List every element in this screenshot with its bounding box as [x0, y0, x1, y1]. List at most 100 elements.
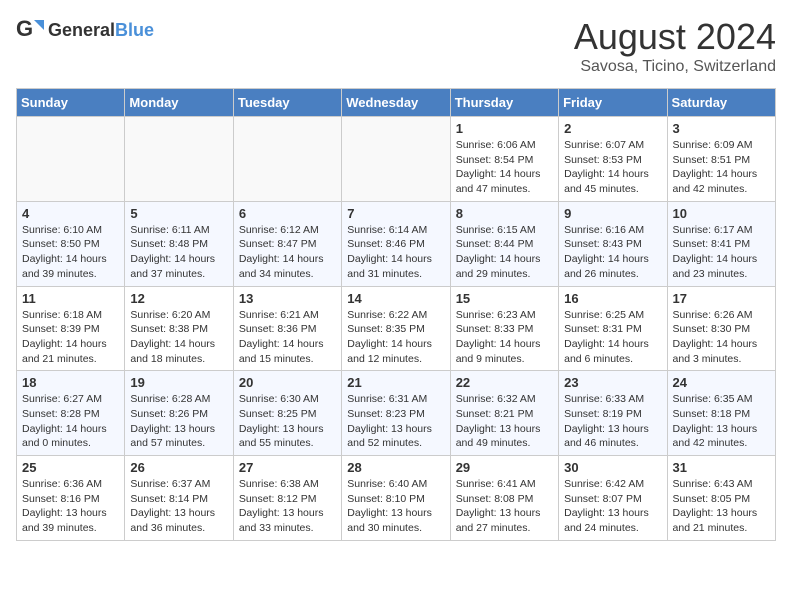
day-number: 27: [239, 460, 336, 475]
day-number: 22: [456, 375, 553, 390]
calendar-cell: 30 Sunrise: 6:42 AMSunset: 8:07 PMDayligh…: [559, 456, 667, 541]
calendar-week-row: 18 Sunrise: 6:27 AMSunset: 8:28 PMDayligh…: [17, 371, 776, 456]
day-number: 20: [239, 375, 336, 390]
day-info: Sunrise: 6:43 AMSunset: 8:05 PMDaylight:…: [673, 477, 770, 536]
day-info: Sunrise: 6:12 AMSunset: 8:47 PMDaylight:…: [239, 223, 336, 282]
calendar-cell: 4 Sunrise: 6:10 AMSunset: 8:50 PMDaylight…: [17, 201, 125, 286]
day-info: Sunrise: 6:10 AMSunset: 8:50 PMDaylight:…: [22, 223, 119, 282]
day-info: Sunrise: 6:42 AMSunset: 8:07 PMDaylight:…: [564, 477, 661, 536]
calendar-cell: 1Sunrise: 6:06 AMSunset: 8:54 PMDaylight…: [450, 117, 558, 202]
calendar-cell: 20Sunrise: 6:30 AMSunset: 8:25 PMDayligh…: [233, 371, 341, 456]
day-info: Sunrise: 6:36 AMSunset: 8:16 PMDaylight:…: [22, 477, 119, 536]
calendar-week-row: 11 Sunrise: 6:18 AMSunset: 8:39 PMDayligh…: [17, 286, 776, 371]
logo-icon: G: [16, 16, 44, 44]
calendar-week-row: 25 Sunrise: 6:36 AMSunset: 8:16 PMDayligh…: [17, 456, 776, 541]
day-of-week-header: Sunday: [17, 89, 125, 117]
calendar-cell: 2 Sunrise: 6:07 AMSunset: 8:53 PMDaylight…: [559, 117, 667, 202]
day-info: Sunrise: 6:16 AMSunset: 8:43 PMDaylight:…: [564, 223, 661, 282]
day-info: Sunrise: 6:09 AMSunset: 8:51 PMDaylight:…: [673, 138, 770, 197]
calendar-cell: 17 Sunrise: 6:26 AMSunset: 8:30 PMDayligh…: [667, 286, 775, 371]
day-info: Sunrise: 6:17 AMSunset: 8:41 PMDaylight:…: [673, 223, 770, 282]
calendar-cell: 11 Sunrise: 6:18 AMSunset: 8:39 PMDayligh…: [17, 286, 125, 371]
day-number: 29: [456, 460, 553, 475]
day-info: Sunrise: 6:26 AMSunset: 8:30 PMDaylight:…: [673, 308, 770, 367]
calendar-cell: 6 Sunrise: 6:12 AMSunset: 8:47 PMDaylight…: [233, 201, 341, 286]
calendar-cell: 8 Sunrise: 6:15 AMSunset: 8:44 PMDaylight…: [450, 201, 558, 286]
calendar-cell: 27 Sunrise: 6:38 AMSunset: 8:12 PMDayligh…: [233, 456, 341, 541]
day-info: Sunrise: 6:37 AMSunset: 8:14 PMDaylight:…: [130, 477, 227, 536]
calendar-cell: [233, 117, 341, 202]
day-number: 9: [564, 206, 661, 221]
day-info: Sunrise: 6:07 AMSunset: 8:53 PMDaylight:…: [564, 138, 661, 197]
day-info: Sunrise: 6:25 AMSunset: 8:31 PMDaylight:…: [564, 308, 661, 367]
day-of-week-header: Saturday: [667, 89, 775, 117]
day-info: Sunrise: 6:38 AMSunset: 8:12 PMDaylight:…: [239, 477, 336, 536]
day-info: Sunrise: 6:11 AMSunset: 8:48 PMDaylight:…: [130, 223, 227, 282]
day-number: 8: [456, 206, 553, 221]
calendar-cell: 14Sunrise: 6:22 AMSunset: 8:35 PMDayligh…: [342, 286, 450, 371]
calendar-cell: 31Sunrise: 6:43 AMSunset: 8:05 PMDayligh…: [667, 456, 775, 541]
logo-text-blue: Blue: [115, 20, 154, 40]
day-number: 7: [347, 206, 444, 221]
calendar-cell: [125, 117, 233, 202]
calendar-cell: 15 Sunrise: 6:23 AMSunset: 8:33 PMDayligh…: [450, 286, 558, 371]
calendar-cell: 9 Sunrise: 6:16 AMSunset: 8:43 PMDaylight…: [559, 201, 667, 286]
day-number: 11: [22, 291, 119, 306]
day-info: Sunrise: 6:31 AMSunset: 8:23 PMDaylight:…: [347, 392, 444, 451]
day-info: Sunrise: 6:15 AMSunset: 8:44 PMDaylight:…: [456, 223, 553, 282]
day-number: 12: [130, 291, 227, 306]
day-number: 21: [347, 375, 444, 390]
day-info: Sunrise: 6:06 AMSunset: 8:54 PMDaylight:…: [456, 138, 553, 197]
day-info: Sunrise: 6:41 AMSunset: 8:08 PMDaylight:…: [456, 477, 553, 536]
day-number: 4: [22, 206, 119, 221]
calendar-cell: 5 Sunrise: 6:11 AMSunset: 8:48 PMDaylight…: [125, 201, 233, 286]
calendar-week-row: 1Sunrise: 6:06 AMSunset: 8:54 PMDaylight…: [17, 117, 776, 202]
day-number: 28: [347, 460, 444, 475]
day-info: Sunrise: 6:27 AMSunset: 8:28 PMDaylight:…: [22, 392, 119, 451]
day-info: Sunrise: 6:32 AMSunset: 8:21 PMDaylight:…: [456, 392, 553, 451]
calendar-cell: [342, 117, 450, 202]
day-number: 13: [239, 291, 336, 306]
day-of-week-header: Wednesday: [342, 89, 450, 117]
day-number: 5: [130, 206, 227, 221]
day-info: Sunrise: 6:33 AMSunset: 8:19 PMDaylight:…: [564, 392, 661, 451]
calendar-cell: 28 Sunrise: 6:40 AMSunset: 8:10 PMDayligh…: [342, 456, 450, 541]
calendar-cell: 24Sunrise: 6:35 AMSunset: 8:18 PMDayligh…: [667, 371, 775, 456]
day-number: 2: [564, 121, 661, 136]
calendar-table: SundayMondayTuesdayWednesdayThursdayFrid…: [16, 88, 776, 541]
calendar-cell: 23 Sunrise: 6:33 AMSunset: 8:19 PMDayligh…: [559, 371, 667, 456]
day-number: 15: [456, 291, 553, 306]
day-number: 3: [673, 121, 770, 136]
day-info: Sunrise: 6:23 AMSunset: 8:33 PMDaylight:…: [456, 308, 553, 367]
day-info: Sunrise: 6:21 AMSunset: 8:36 PMDaylight:…: [239, 308, 336, 367]
day-number: 16: [564, 291, 661, 306]
logo: G GeneralBlue: [16, 16, 154, 44]
calendar-cell: 25 Sunrise: 6:36 AMSunset: 8:16 PMDayligh…: [17, 456, 125, 541]
calendar-cell: 16 Sunrise: 6:25 AMSunset: 8:31 PMDayligh…: [559, 286, 667, 371]
page-header: G GeneralBlue August 2024 Savosa, Ticino…: [16, 16, 776, 76]
day-number: 18: [22, 375, 119, 390]
day-number: 25: [22, 460, 119, 475]
calendar-cell: 29 Sunrise: 6:41 AMSunset: 8:08 PMDayligh…: [450, 456, 558, 541]
day-info: Sunrise: 6:22 AMSunset: 8:35 PMDaylight:…: [347, 308, 444, 367]
day-number: 30: [564, 460, 661, 475]
calendar-body: 1Sunrise: 6:06 AMSunset: 8:54 PMDaylight…: [17, 117, 776, 541]
calendar-cell: 10Sunrise: 6:17 AMSunset: 8:41 PMDayligh…: [667, 201, 775, 286]
day-number: 17: [673, 291, 770, 306]
calendar-cell: 19 Sunrise: 6:28 AMSunset: 8:26 PMDayligh…: [125, 371, 233, 456]
day-info: Sunrise: 6:28 AMSunset: 8:26 PMDaylight:…: [130, 392, 227, 451]
day-info: Sunrise: 6:20 AMSunset: 8:38 PMDaylight:…: [130, 308, 227, 367]
calendar-cell: 22 Sunrise: 6:32 AMSunset: 8:21 PMDayligh…: [450, 371, 558, 456]
day-number: 23: [564, 375, 661, 390]
calendar-cell: 21 Sunrise: 6:31 AMSunset: 8:23 PMDayligh…: [342, 371, 450, 456]
day-number: 19: [130, 375, 227, 390]
day-number: 6: [239, 206, 336, 221]
day-of-week-header: Monday: [125, 89, 233, 117]
month-title: August 2024: [574, 16, 776, 58]
day-info: Sunrise: 6:40 AMSunset: 8:10 PMDaylight:…: [347, 477, 444, 536]
calendar-cell: 18 Sunrise: 6:27 AMSunset: 8:28 PMDayligh…: [17, 371, 125, 456]
title-block: August 2024 Savosa, Ticino, Switzerland: [574, 16, 776, 76]
day-of-week-header: Thursday: [450, 89, 558, 117]
calendar-header-row: SundayMondayTuesdayWednesdayThursdayFrid…: [17, 89, 776, 117]
day-info: Sunrise: 6:18 AMSunset: 8:39 PMDaylight:…: [22, 308, 119, 367]
